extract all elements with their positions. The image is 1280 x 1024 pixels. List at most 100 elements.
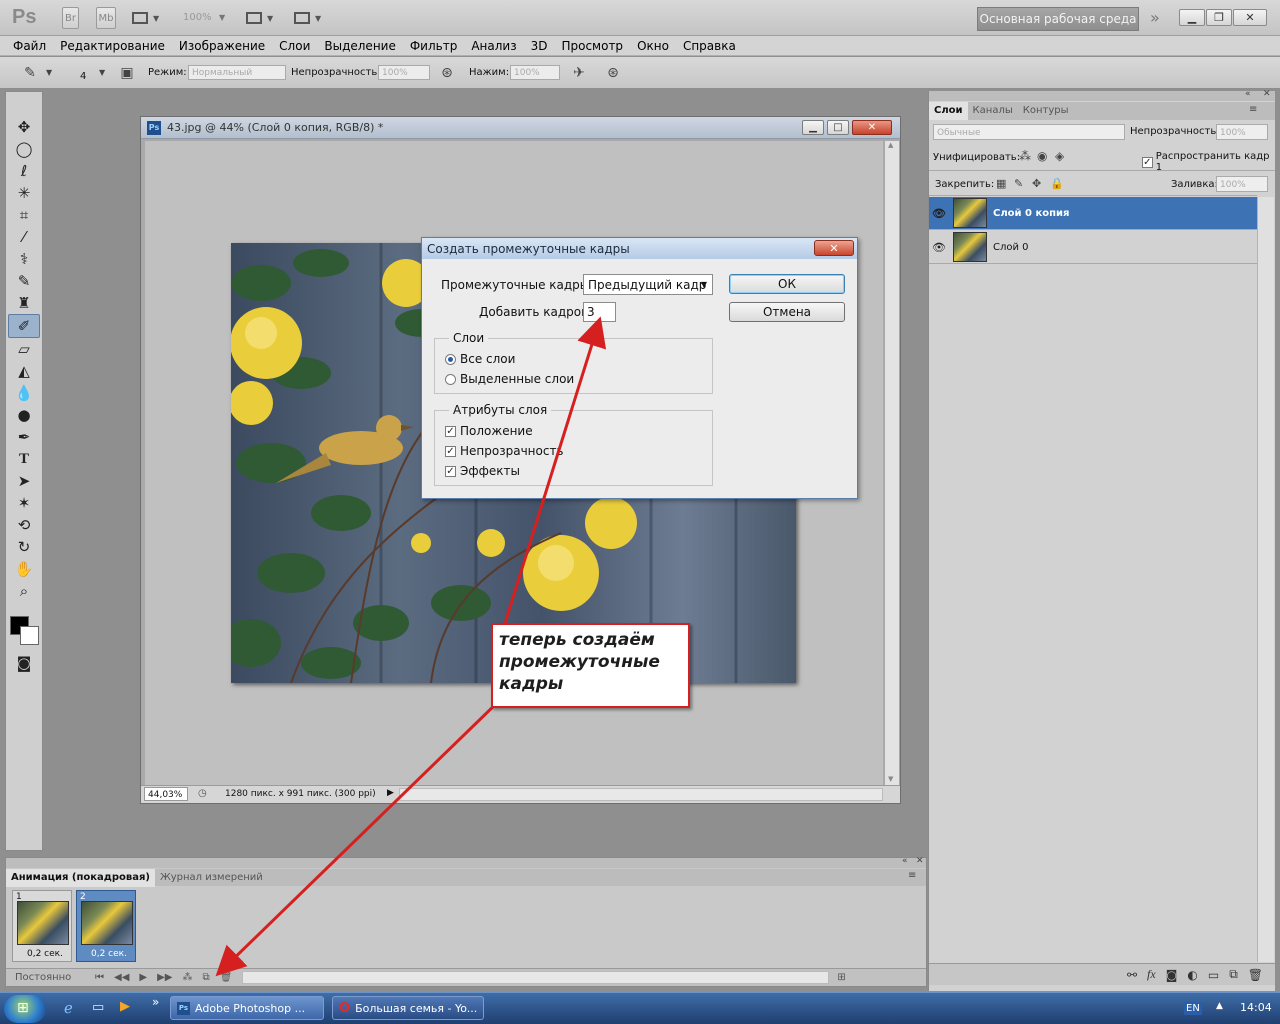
more-icon[interactable]: »	[152, 995, 159, 1009]
color-swatches[interactable]	[6, 602, 42, 652]
position-checkbox[interactable]: ✓ Положение	[445, 424, 533, 438]
cancel-button[interactable]: Отмена	[729, 302, 845, 322]
quick-mask-icon[interactable]: ◙	[9, 652, 39, 674]
horizontal-scrollbar[interactable]	[399, 788, 883, 801]
animation-frame-selected[interactable]: 2 0,2 сек.	[76, 890, 136, 962]
bridge-button[interactable]: Br	[62, 7, 79, 29]
more-workspaces-icon[interactable]: »	[1150, 8, 1160, 27]
desktop-icon[interactable]: ▭	[92, 1000, 104, 1015]
brush-tool-icon[interactable]: ✎	[9, 270, 39, 292]
menu-3d[interactable]: 3D	[525, 36, 556, 56]
tab-paths[interactable]: Контуры	[1018, 102, 1074, 120]
pen-tool-icon[interactable]: ✒	[9, 426, 39, 448]
shape-tool-icon[interactable]: ✶	[9, 492, 39, 514]
unify-position-icon[interactable]: ⁂	[1019, 149, 1031, 163]
close-button[interactable]: ✕	[1233, 9, 1267, 26]
animation-frame[interactable]: 1 0,2 сек.	[12, 890, 72, 962]
path-selection-tool-icon[interactable]: ➤	[9, 470, 39, 492]
tween-icon[interactable]: ⁂	[182, 972, 192, 983]
tab-layers[interactable]: Слои	[929, 102, 968, 120]
zoom-tool-icon[interactable]: ⌕	[9, 580, 39, 602]
menu-view[interactable]: Просмотр	[555, 36, 631, 56]
blend-mode-select[interactable]: Обычные	[933, 124, 1125, 140]
3d-orbit-tool-icon[interactable]: ↻	[9, 536, 39, 558]
type-tool-icon[interactable]: T	[9, 448, 39, 470]
close-icon[interactable]: ✕	[916, 856, 924, 866]
delete-layer-icon[interactable]: 🗑	[1248, 968, 1263, 982]
taskbar-photoshop[interactable]: Ps Adobe Photoshop ...	[170, 996, 324, 1020]
link-layers-icon[interactable]: ⚯	[1127, 968, 1137, 982]
magic-wand-tool-icon[interactable]: ✳	[9, 182, 39, 204]
dodge-tool-icon[interactable]: ●	[9, 404, 39, 426]
tween-with-select[interactable]: Предыдущий кадр ▼	[583, 274, 713, 295]
menu-file[interactable]: Файл	[7, 36, 54, 56]
menu-select[interactable]: Выделение	[318, 36, 403, 56]
clone-stamp-tool-icon[interactable]: ♜	[9, 292, 39, 314]
doc-minimize-button[interactable]: ▁	[802, 120, 824, 135]
panel-menu-icon[interactable]: ≡	[1249, 104, 1257, 115]
next-frame-icon[interactable]: ▶▶	[157, 972, 172, 983]
doc-close-button[interactable]: ✕	[852, 120, 892, 135]
lasso-tool-icon[interactable]: ℓ	[9, 160, 39, 182]
menu-image[interactable]: Изображение	[173, 36, 273, 56]
restore-button[interactable]: ❐	[1206, 9, 1232, 26]
status-arrow-icon[interactable]: ▶	[387, 788, 394, 798]
frames-to-add-input[interactable]: 3	[583, 302, 616, 322]
brush-panel-toggle[interactable]: ▣	[117, 63, 137, 83]
tool-preset-picker[interactable]: ✎	[20, 63, 40, 83]
healing-brush-tool-icon[interactable]: ⚕	[9, 248, 39, 270]
doc-maximize-button[interactable]: □	[827, 120, 849, 135]
ie-icon[interactable]: ℯ	[64, 999, 73, 1017]
lock-pixels-icon[interactable]: ✎	[1014, 177, 1023, 190]
eye-icon[interactable]: 👁	[929, 207, 949, 220]
unify-style-icon[interactable]: ◈	[1055, 149, 1064, 163]
tab-animation[interactable]: Анимация (покадровая)	[6, 868, 155, 887]
frame-delay[interactable]: 0,2 сек.	[91, 949, 127, 959]
hand-tool-icon[interactable]: ✋	[9, 558, 39, 580]
collapse-icon[interactable]: «	[1245, 89, 1251, 99]
unify-visibility-icon[interactable]: ◉	[1037, 149, 1047, 163]
arrange-documents-button[interactable]: ▼	[246, 9, 280, 27]
layer-row[interactable]: 👁 Слой 0	[929, 231, 1257, 264]
start-button[interactable]: ⊞	[4, 995, 46, 1023]
language-indicator[interactable]: EN	[1184, 1002, 1202, 1015]
lock-position-icon[interactable]: ✥	[1032, 177, 1041, 190]
new-group-icon[interactable]: ▭	[1208, 968, 1219, 982]
zoom-level[interactable]: 100%	[183, 12, 212, 23]
ok-button[interactable]: ОК	[729, 274, 845, 294]
frames-scrollbar[interactable]	[242, 971, 830, 984]
tray-expand-icon[interactable]: ▲	[1216, 1001, 1223, 1011]
opacity-pressure-toggle[interactable]: ⊛	[437, 63, 457, 83]
move-tool-icon[interactable]: ✥	[9, 116, 39, 138]
media-player-icon[interactable]: ▶	[120, 999, 130, 1014]
mini-bridge-button[interactable]: Mb	[96, 7, 116, 29]
panel-menu-icon[interactable]: ≡	[908, 870, 916, 881]
workspace-switcher[interactable]: Основная рабочая среда	[977, 7, 1139, 31]
collapse-icon[interactable]: «	[902, 856, 908, 866]
duplicate-frame-icon[interactable]: ⧉	[202, 972, 209, 983]
menu-window[interactable]: Окно	[631, 36, 677, 56]
brush-size[interactable]: 4	[80, 71, 86, 82]
delete-frame-icon[interactable]: 🗑	[220, 972, 233, 983]
menu-help[interactable]: Справка	[677, 36, 744, 56]
previous-frame-icon[interactable]: ◀◀	[114, 972, 129, 983]
first-frame-icon[interactable]: ⏮	[95, 972, 104, 983]
effects-checkbox[interactable]: ✓ Эффекты	[445, 464, 520, 478]
eye-icon[interactable]: 👁	[929, 241, 949, 254]
play-icon[interactable]: ▶	[139, 972, 147, 983]
menu-edit[interactable]: Редактирование	[54, 36, 173, 56]
crop-tool-icon[interactable]: ⌗	[9, 204, 39, 226]
add-mask-icon[interactable]: ◙	[1166, 968, 1178, 982]
mode-select[interactable]: Нормальный	[188, 65, 286, 80]
fill-field[interactable]: 100%	[1216, 176, 1268, 192]
taskbar-opera[interactable]: O Большая семья - Yo...	[332, 996, 484, 1020]
eyedropper-tool-icon[interactable]: ⁄	[9, 226, 39, 248]
opacity-checkbox[interactable]: ✓ Непрозрачность	[445, 444, 564, 458]
dialog-close-button[interactable]: ✕	[814, 240, 854, 256]
layer-style-icon[interactable]: fx	[1147, 967, 1156, 982]
3d-rotate-tool-icon[interactable]: ⟲	[9, 514, 39, 536]
close-icon[interactable]: ✕	[1263, 89, 1271, 99]
tab-measurement-log[interactable]: Журнал измерений	[155, 869, 268, 887]
lock-transparency-icon[interactable]: ▦	[996, 177, 1006, 190]
loop-select[interactable]: Постоянно	[15, 972, 85, 983]
